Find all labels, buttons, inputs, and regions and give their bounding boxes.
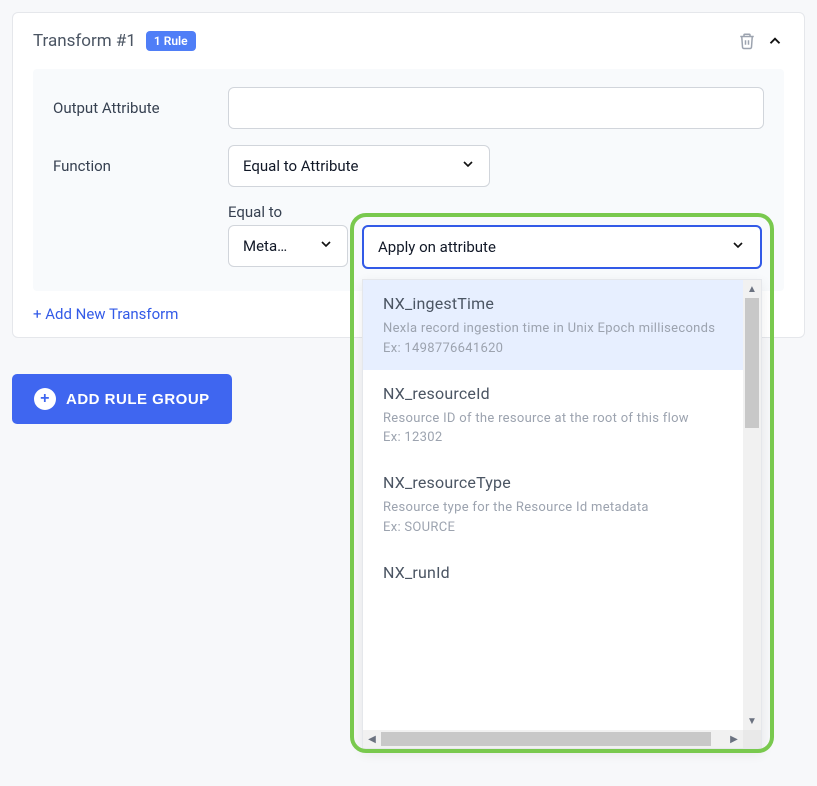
trash-icon[interactable]	[738, 31, 756, 51]
output-attribute-label: Output Attribute	[53, 99, 228, 117]
panel-header: Transform #1 1 Rule	[33, 31, 784, 51]
dropdown-item-desc: Nexla record ingestion time in Unix Epoc…	[383, 319, 727, 339]
scroll-up-arrow-icon[interactable]: ▲	[743, 280, 761, 298]
dropdown-item[interactable]: NX_ingestTime Nexla record ingestion time…	[363, 280, 743, 370]
scroll-right-arrow-icon[interactable]: ▶	[725, 730, 743, 748]
dropdown-item-example: Ex: 12302	[383, 430, 727, 445]
equal-to-label: Equal to	[228, 203, 764, 221]
horizontal-scrollbar[interactable]: ◀ ▶	[363, 730, 761, 748]
attribute-dropdown: NX_ingestTime Nexla record ingestion time…	[362, 279, 762, 749]
vertical-scroll-thumb[interactable]	[745, 298, 759, 428]
scroll-left-arrow-icon[interactable]: ◀	[363, 730, 381, 748]
plus-circle-icon: +	[34, 388, 56, 410]
output-attribute-input[interactable]	[228, 87, 764, 129]
dropdown-item[interactable]: NX_resourceId Resource ID of the resource…	[363, 370, 743, 460]
apply-on-attribute-select[interactable]: Apply on attribute	[362, 225, 762, 269]
add-new-transform-link[interactable]: + Add New Transform	[33, 305, 178, 323]
add-rule-group-label: ADD RULE GROUP	[66, 391, 210, 408]
scroll-down-arrow-icon[interactable]: ▼	[743, 712, 761, 730]
dropdown-item-example: Ex: 1498776641620	[383, 341, 727, 356]
dropdown-item-name: NX_ingestTime	[383, 294, 727, 313]
transform-panel: Transform #1 1 Rule Output Attribute Fun…	[12, 12, 805, 338]
equal-to-section: Equal to Meta… Apply on attribute	[228, 203, 764, 269]
apply-on-attribute-area: Apply on attribute NX_ingestTimeNexla re…	[362, 225, 762, 269]
add-rule-group-button[interactable]: + ADD RULE GROUP	[12, 374, 232, 424]
function-select-value: Equal to Attribute	[228, 145, 490, 187]
panel-title: Transform #1	[33, 31, 136, 51]
dropdown-item[interactable]: NX_runId	[363, 549, 743, 602]
dropdown-item-desc: Resource ID of the resource at the root …	[383, 409, 727, 429]
output-attribute-row: Output Attribute	[53, 87, 764, 129]
dropdown-item-desc: Resource type for the Resource Id metada…	[383, 498, 727, 518]
dropdown-list: NX_ingestTime Nexla record ingestion time…	[363, 280, 743, 730]
equal-to-select-value: Meta…	[228, 225, 348, 267]
function-row: Function Equal to Attribute	[53, 145, 764, 187]
rule-count-badge: 1 Rule	[146, 31, 196, 51]
function-select[interactable]: Equal to Attribute	[228, 145, 490, 187]
horizontal-scroll-thumb[interactable]	[381, 732, 711, 746]
dropdown-item[interactable]: NX_resourceType Resource type for the Res…	[363, 459, 743, 549]
apply-on-attribute-placeholder: Apply on attribute	[364, 227, 760, 267]
dropdown-item-name: NX_runId	[383, 563, 727, 582]
dropdown-item-name: NX_resourceType	[383, 473, 727, 492]
equal-to-select[interactable]: Meta…	[228, 225, 348, 267]
function-label: Function	[53, 157, 228, 175]
scroll-corner	[743, 730, 761, 748]
transform-body: Output Attribute Function Equal to Attri…	[33, 69, 784, 291]
vertical-scrollbar[interactable]: ▲ ▼	[743, 280, 761, 730]
collapse-icon[interactable]	[766, 32, 784, 50]
dropdown-item-example: Ex: SOURCE	[383, 520, 727, 535]
dropdown-item-name: NX_resourceId	[383, 384, 727, 403]
